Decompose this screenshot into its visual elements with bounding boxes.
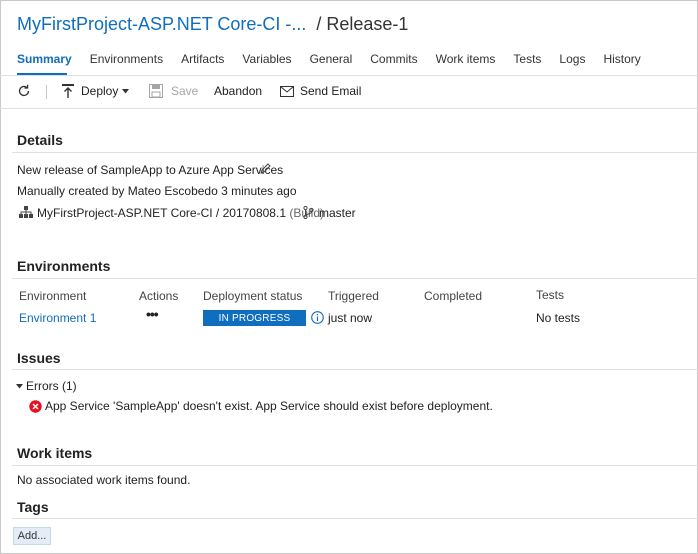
add-tag-button[interactable]: Add... [13,527,51,545]
refresh-button[interactable] [16,80,32,102]
build-artifact-icon [19,206,33,219]
tests-status: No tests [536,311,581,325]
work-items-heading: Work items [17,445,93,461]
release-description-text: New release of SampleApp to Azure App Se… [17,163,284,177]
created-by-text: Manually created by Mateo Escobedo 3 min… [17,184,297,198]
mail-icon [280,85,294,97]
col-tests: Tests [536,288,565,302]
tabs-divider [0,75,698,76]
issues-heading: Issues [17,350,61,366]
work-items-empty-text: No associated work items found. [17,473,191,487]
more-actions-button[interactable]: ••• [146,306,159,322]
environment-link[interactable]: Environment 1 [19,311,96,325]
tab-artifacts[interactable]: Artifacts [181,52,224,68]
chevron-down-icon [122,88,130,94]
deploy-icon [61,83,75,99]
deploy-button[interactable]: Deploy [61,80,130,102]
tab-logs[interactable]: Logs [559,52,585,68]
col-actions: Actions [139,289,179,303]
error-icon [29,399,42,413]
col-deployment-status: Deployment status [203,289,303,303]
col-triggered: Triggered [328,289,379,303]
tags-divider [12,518,698,519]
tab-history[interactable]: History [603,52,640,68]
tags-heading: Tags [17,499,49,515]
deploy-label: Deploy [81,84,119,98]
tab-summary[interactable]: Summary [17,52,72,68]
artifact-name[interactable]: MyFirstProject-ASP.NET Core-CI / 2017080… [37,206,286,220]
error-message: App Service 'SampleApp' doesn't exist. A… [45,399,493,413]
work-items-divider [12,465,698,466]
details-divider [12,152,698,153]
branch-icon [303,206,314,219]
release-title: / Release-1 [316,14,409,34]
errors-label: Errors (1) [26,379,77,393]
triggered-time: just now [328,311,373,325]
tab-environments[interactable]: Environments [90,52,163,68]
tab-commits[interactable]: Commits [370,52,417,68]
branch-name: master [319,206,356,220]
tab-general[interactable]: General [310,52,353,68]
deployment-status-badge[interactable]: IN PROGRESS [203,310,306,326]
abandon-button[interactable]: Abandon [214,80,262,102]
toolbar-divider [46,85,47,99]
tab-bar: Summary Environments Artifacts Variables… [17,52,659,68]
environments-heading: Environments [17,258,111,274]
page-title: MyFirstProject-ASP.NET Core-CI -... / Rel… [17,14,408,35]
info-icon[interactable] [311,311,324,324]
tab-tests[interactable]: Tests [513,52,541,68]
tab-variables[interactable]: Variables [242,52,291,68]
save-button[interactable]: Save [149,80,198,102]
tab-work-items[interactable]: Work items [436,52,496,68]
col-environment: Environment [19,289,87,303]
issues-divider [12,369,698,370]
abandon-label: Abandon [214,84,263,98]
release-description: New release of SampleApp to Azure App Se… [17,163,283,177]
save-icon [149,84,163,98]
errors-toggle[interactable]: Errors (1) [16,379,77,393]
artifact-info: MyFirstProject-ASP.NET Core-CI / 2017080… [37,206,324,220]
col-completed: Completed [424,289,483,303]
environments-divider [12,278,698,279]
details-heading: Details [17,132,63,148]
list-item: App Service 'SampleApp' doesn't exist. A… [29,399,493,413]
pencil-icon[interactable] [259,162,272,175]
refresh-icon [16,83,32,99]
save-label: Save [171,84,199,98]
pipeline-title-link[interactable]: MyFirstProject-ASP.NET Core-CI -... [17,14,306,34]
toolbar: Deploy Save Abandon Send Email [0,80,698,104]
toolbar-divider-line [0,108,698,109]
caret-down-icon [16,383,23,389]
send-email-label: Send Email [300,84,362,98]
send-email-button[interactable]: Send Email [280,80,361,102]
